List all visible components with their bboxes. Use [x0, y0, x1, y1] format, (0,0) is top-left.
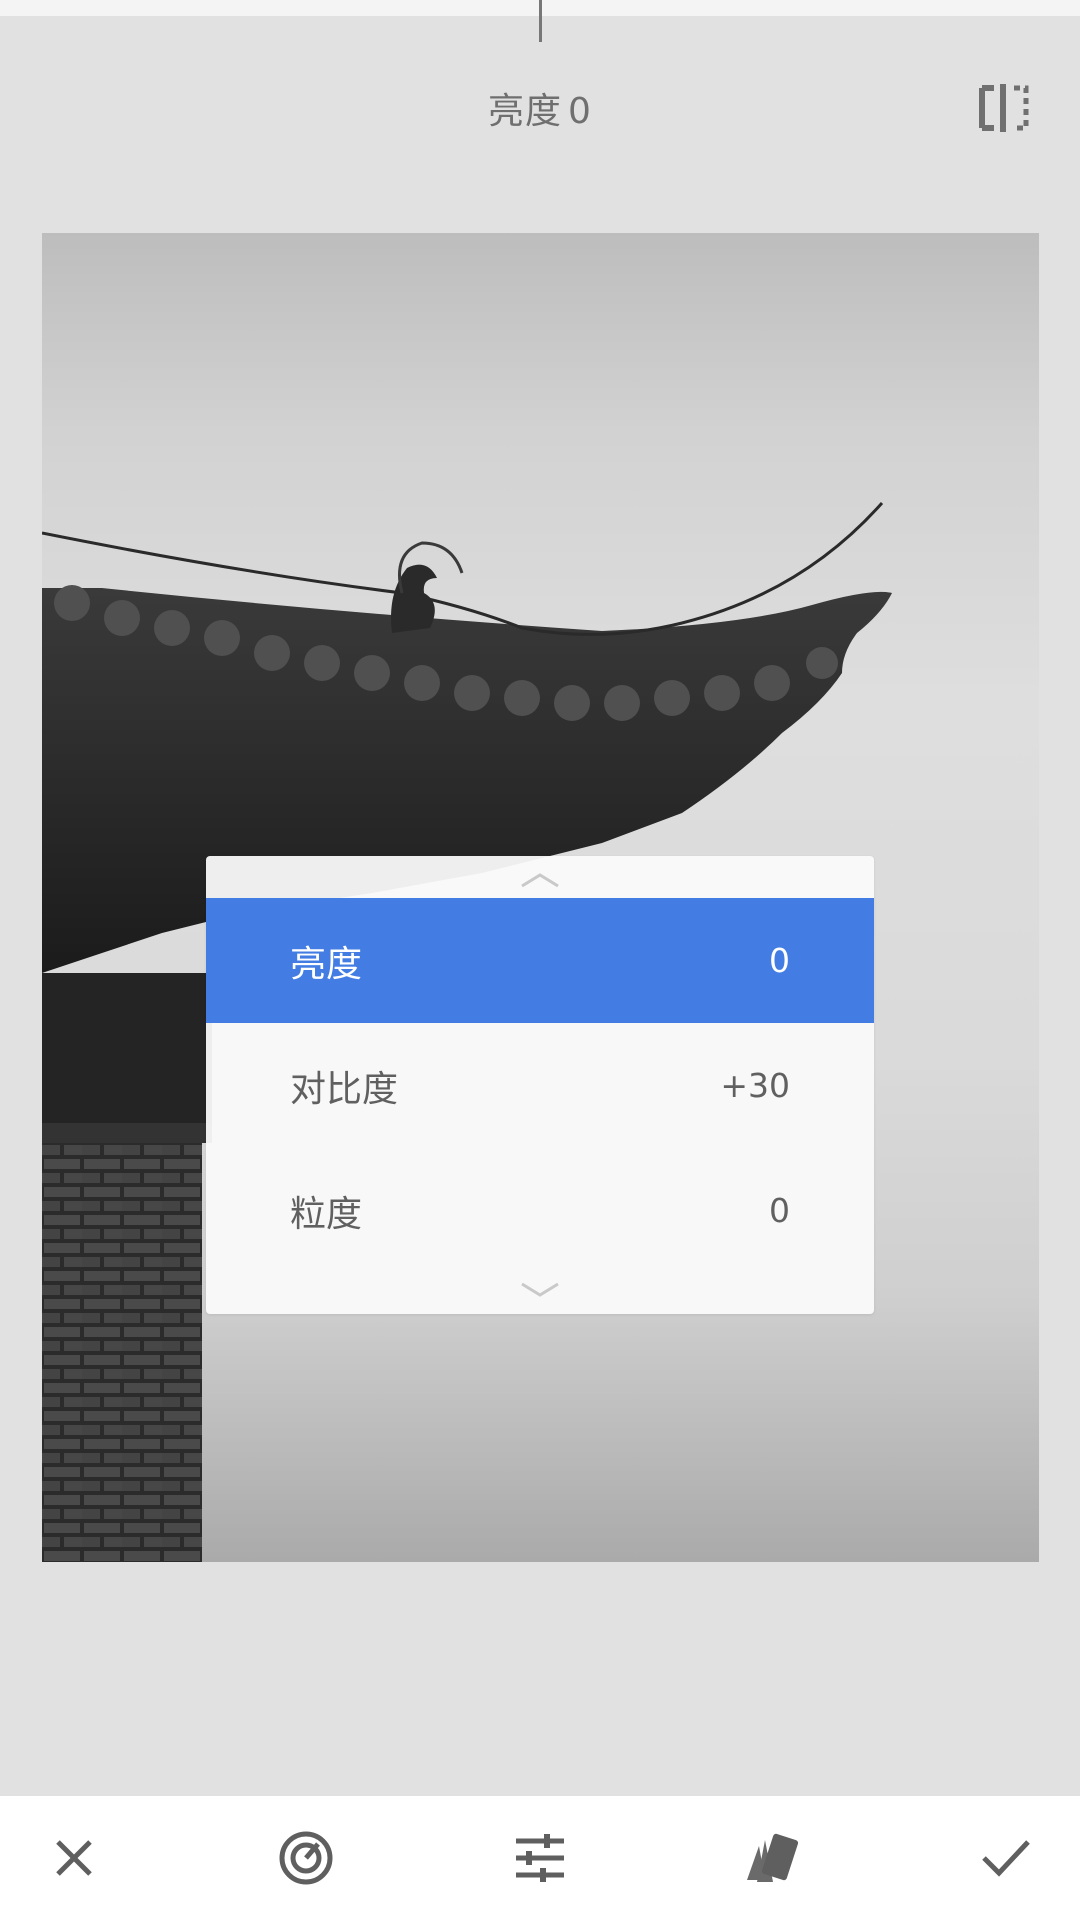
- menu-item-value: 0: [769, 941, 790, 980]
- value-indicator: [539, 0, 542, 42]
- menu-item-label: 粒度: [290, 1193, 363, 1235]
- menu-item-label: 亮度: [290, 943, 363, 985]
- menu-item-brightness[interactable]: 亮度 0: [206, 898, 874, 1023]
- menu-item-grain[interactable]: 粒度 0: [206, 1148, 874, 1273]
- menu-item-value: +30: [720, 1066, 790, 1105]
- auto-adjust-icon[interactable]: [274, 1826, 338, 1890]
- menu-item-value: 0: [769, 1191, 790, 1230]
- bottom-toolbar: [0, 1796, 1080, 1920]
- menu-item-label: 对比度: [290, 1068, 399, 1110]
- menu-item-contrast[interactable]: 对比度 +30: [206, 1023, 874, 1148]
- sliders-icon[interactable]: [508, 1826, 572, 1890]
- adjust-title-value: 0: [568, 91, 592, 132]
- check-icon[interactable]: [974, 1826, 1038, 1890]
- adjust-menu: 亮度 0 对比度 +30 粒度 0: [206, 856, 874, 1314]
- styles-icon[interactable]: [740, 1826, 804, 1890]
- adjust-title: 亮度 0: [0, 82, 1080, 134]
- compare-split-icon[interactable]: [978, 82, 1032, 134]
- chevron-up-icon[interactable]: [206, 860, 874, 900]
- close-icon[interactable]: [42, 1826, 106, 1890]
- chevron-down-icon[interactable]: [206, 1270, 874, 1310]
- adjust-title-label: 亮度: [488, 91, 563, 132]
